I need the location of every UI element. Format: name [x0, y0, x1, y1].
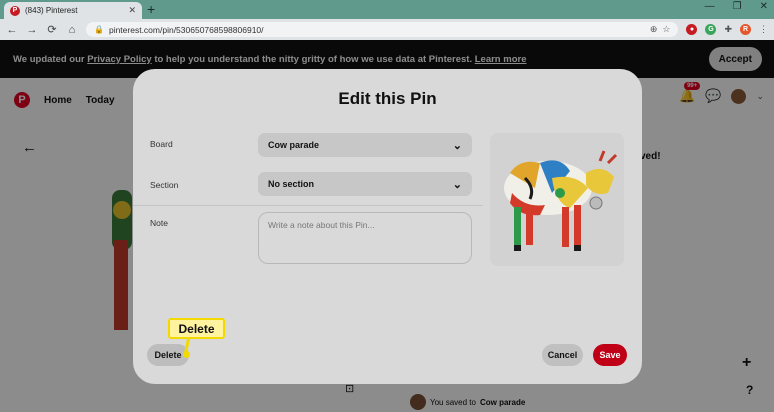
back-icon[interactable]: ←	[6, 24, 18, 36]
section-label: Section	[150, 180, 179, 190]
modal-title: Edit this Pin	[338, 89, 437, 108]
browser-tab[interactable]: P (843) Pinterest ✕	[4, 2, 142, 19]
extension-red-icon[interactable]: ●	[686, 24, 698, 35]
board-value: Cow parade	[268, 140, 320, 150]
reload-icon[interactable]: ⟳	[46, 23, 58, 36]
section-select[interactable]: No section ⌄	[258, 172, 472, 196]
browser-tab-bar: P (843) Pinterest ✕ + — ❐ ✕	[0, 0, 774, 19]
note-placeholder: Write a note about this Pin...	[268, 220, 375, 230]
home-icon[interactable]: ⌂	[66, 24, 78, 36]
pinterest-favicon-icon: P	[10, 5, 20, 16]
url-field[interactable]: 🔒 pinterest.com/pin/530650768598806910/ …	[86, 22, 679, 37]
new-tab-icon[interactable]: +	[147, 1, 155, 17]
tab-title: (843) Pinterest	[25, 6, 78, 15]
callout-dot	[183, 351, 190, 358]
profile-avatar[interactable]: R	[740, 24, 751, 35]
lock-icon: 🔒	[94, 25, 104, 34]
restore-icon[interactable]: ❐	[733, 1, 742, 12]
note-textarea[interactable]: Write a note about this Pin...	[258, 212, 472, 264]
minimize-icon[interactable]: —	[705, 1, 715, 12]
board-select[interactable]: Cow parade ⌄	[258, 133, 472, 157]
forward-icon[interactable]: →	[26, 24, 38, 36]
note-label: Note	[150, 218, 168, 228]
pin-image	[490, 133, 624, 266]
cancel-button[interactable]: Cancel	[542, 344, 583, 366]
install-icon[interactable]: ⊕	[650, 24, 658, 35]
save-button[interactable]: Save	[593, 344, 627, 366]
chevron-down-icon: ⌄	[452, 178, 462, 191]
close-window-icon[interactable]: ✕	[760, 1, 768, 12]
address-bar: ← → ⟳ ⌂ 🔒 pinterest.com/pin/530650768598…	[0, 19, 774, 40]
extensions-puzzle-icon[interactable]: ✚	[724, 24, 732, 35]
url-text: pinterest.com/pin/530650768598806910/	[108, 24, 264, 35]
tab-close-icon[interactable]: ✕	[128, 5, 136, 16]
chevron-down-icon: ⌄	[452, 139, 462, 152]
divider	[133, 205, 483, 206]
board-label: Board	[150, 139, 173, 149]
section-value: No section	[268, 179, 315, 189]
window-controls: — ❐ ✕	[705, 1, 768, 12]
menu-kebab-icon[interactable]: ⋮	[759, 24, 768, 35]
delete-callout: Delete	[168, 318, 225, 339]
cow-parade-image	[490, 133, 624, 266]
extension-green-icon[interactable]: G	[705, 24, 717, 35]
bookmark-star-icon[interactable]: ☆	[662, 24, 670, 35]
